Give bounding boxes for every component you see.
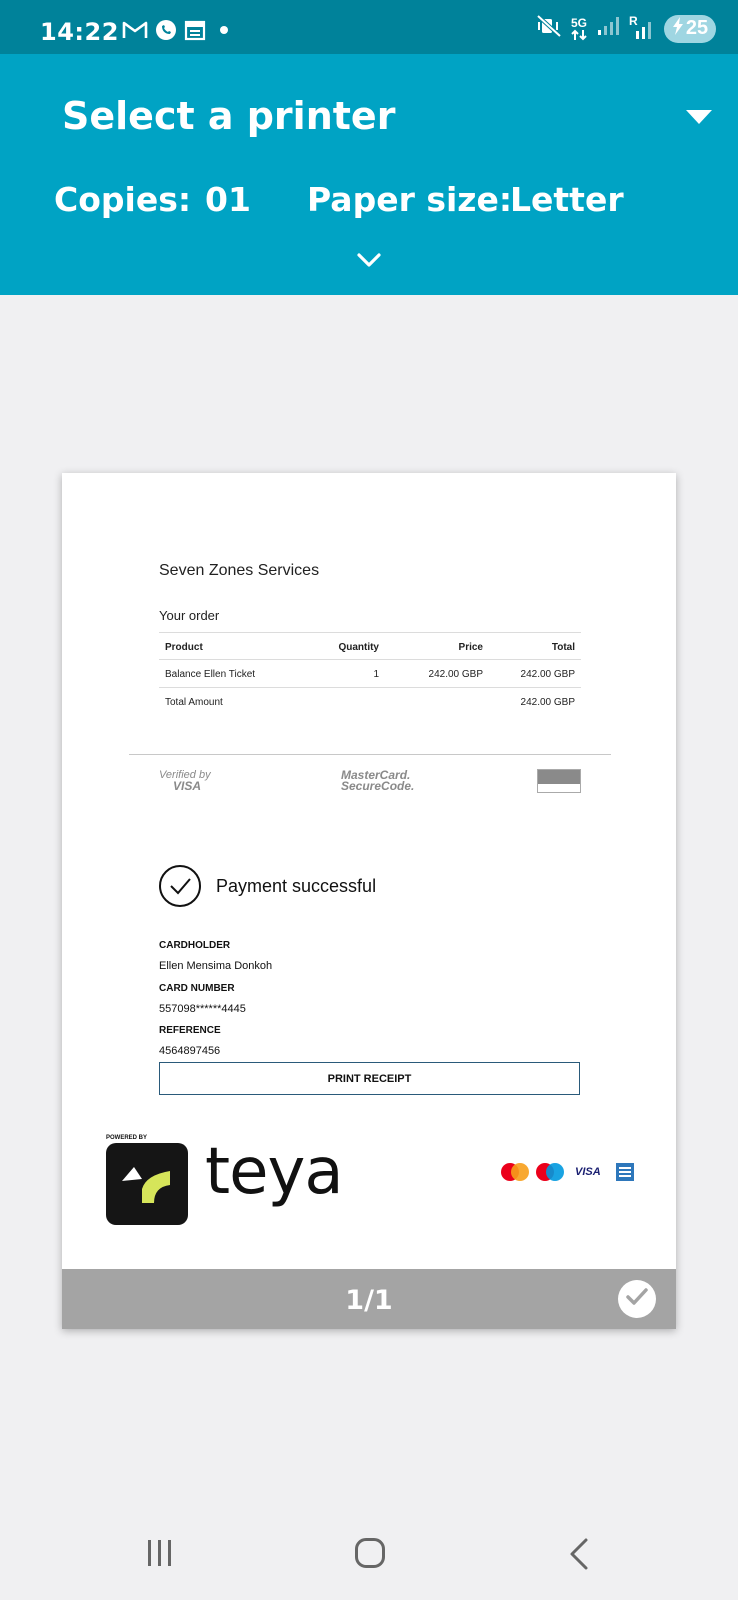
battery-level: 25 xyxy=(685,17,709,39)
vibrate-mute-icon xyxy=(536,14,562,43)
total-amount-value: 242.00 GBP xyxy=(520,697,575,708)
reference-label: REFERENCE xyxy=(159,1025,221,1036)
page-footer-bar: 1/1 xyxy=(62,1269,676,1329)
order-table: Product Quantity Price Total Balance Ell… xyxy=(159,632,581,716)
calendar-icon xyxy=(184,19,206,46)
printer-selector[interactable]: Select a printer xyxy=(62,94,395,138)
cardholder-value: Ellen Mensima Donkoh xyxy=(159,960,273,972)
copies-value[interactable]: 01 xyxy=(205,180,251,219)
brand-name: teya xyxy=(205,1135,344,1209)
column-header-price: Price xyxy=(458,642,483,653)
recent-apps-button[interactable] xyxy=(148,1540,171,1566)
status-bar: 14:22 5G R 25 xyxy=(0,0,738,54)
accepted-cards: VISA xyxy=(501,1163,634,1181)
card-number-label: CARD NUMBER xyxy=(159,983,235,994)
system-icons: 5G R 25 xyxy=(536,14,716,43)
payment-status-text: Payment successful xyxy=(216,875,377,896)
price-cell: 242.00 GBP xyxy=(428,669,483,680)
printer-dropdown-icon[interactable] xyxy=(686,110,712,124)
check-circle-icon xyxy=(159,865,201,907)
visa-logo: VISA xyxy=(575,1166,601,1178)
back-button[interactable] xyxy=(568,1537,590,1576)
signal-icon xyxy=(596,15,620,42)
product-cell: Balance Ellen Ticket xyxy=(165,669,256,680)
powered-by-label: POWERED BY xyxy=(106,1135,148,1141)
order-heading: Your order xyxy=(159,608,220,623)
reference-value: 4564897456 xyxy=(159,1045,221,1057)
paper-size-value[interactable]: Letter xyxy=(510,180,624,219)
print-receipt-button[interactable]: PRINT RECEIPT xyxy=(159,1062,580,1095)
total-amount-label: Total Amount xyxy=(165,697,223,708)
back-icon xyxy=(568,1538,590,1575)
print-settings-header: Select a printer Copies: 01 Paper size: … xyxy=(0,54,738,295)
divider xyxy=(129,754,611,755)
merchant-name: Seven Zones Services xyxy=(159,562,320,579)
recent-apps-icon xyxy=(148,1540,151,1566)
column-header-product: Product xyxy=(165,642,203,653)
chevron-down-icon[interactable] xyxy=(355,250,383,275)
amex-logo xyxy=(615,1163,634,1181)
trustwave-seal-icon xyxy=(537,769,581,793)
verified-by-visa-badge: Verified by VISA xyxy=(159,769,211,793)
notification-icons xyxy=(122,18,230,47)
print-preview-page[interactable]: Seven Zones Services Your order Product … xyxy=(62,473,676,1329)
page-selected-checkbox[interactable] xyxy=(618,1280,656,1318)
network-5g-icon: 5G xyxy=(570,17,588,41)
status-time: 14:22 xyxy=(40,18,119,46)
home-button[interactable] xyxy=(355,1538,385,1568)
maestro-logo xyxy=(536,1163,564,1181)
mastercard-securecode-badge: MasterCard. SecureCode. xyxy=(341,768,415,793)
page-indicator: 1/1 xyxy=(345,1285,393,1316)
charging-bolt-icon xyxy=(672,16,684,42)
copies-label: Copies: xyxy=(54,180,192,219)
gmail-icon xyxy=(122,20,148,45)
card-number-value: 557098******4445 xyxy=(159,1003,246,1015)
column-header-total: Total xyxy=(551,642,575,653)
battery-indicator: 25 xyxy=(664,14,716,43)
roaming-signal-icon: R xyxy=(628,15,656,41)
total-cell: 242.00 GBP xyxy=(520,669,575,680)
mastercard-logo xyxy=(501,1163,529,1181)
total-row: Total Amount 242.00 GBP xyxy=(159,688,581,716)
column-header-quantity: Quantity xyxy=(338,642,379,653)
table-header-row: Product Quantity Price Total xyxy=(159,632,581,660)
payment-status: Payment successful xyxy=(159,865,376,907)
cardholder-label: CARDHOLDER xyxy=(159,940,231,951)
whatsapp-icon xyxy=(154,18,178,47)
teya-logo-icon xyxy=(106,1143,188,1225)
check-icon xyxy=(625,1287,649,1312)
paper-size-label: Paper size: xyxy=(307,180,513,219)
dot-icon xyxy=(212,20,230,45)
quantity-cell: 1 xyxy=(373,669,379,680)
table-row: Balance Ellen Ticket 1 242.00 GBP 242.00… xyxy=(159,660,581,688)
